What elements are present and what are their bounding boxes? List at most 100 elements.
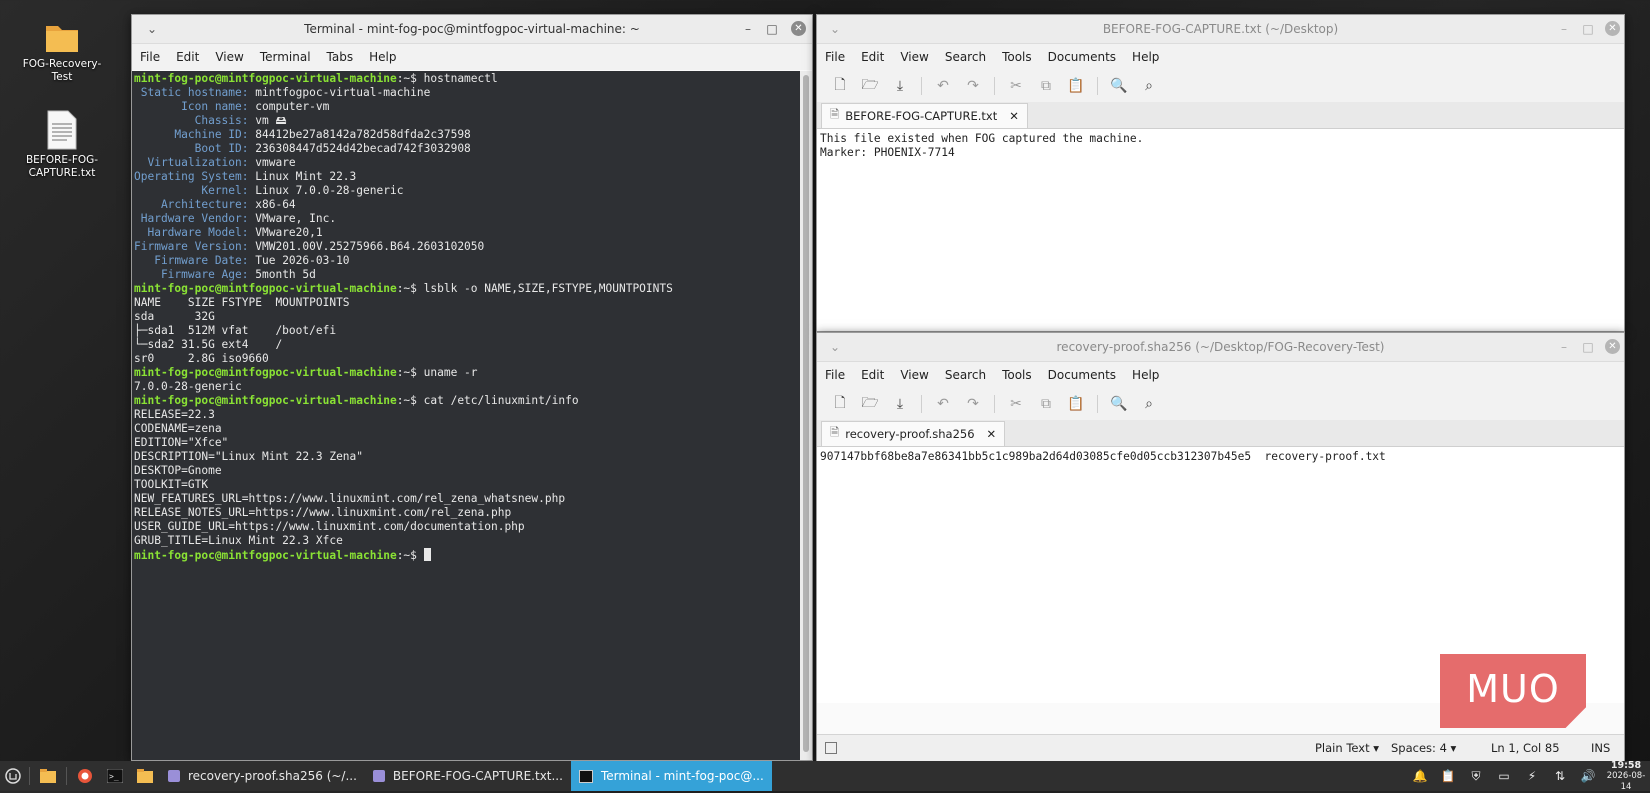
menu-edit[interactable]: Edit [168,50,207,64]
insert-mode: INS [1591,741,1611,755]
copy-icon[interactable]: ⧉ [1031,73,1061,99]
editor-window-before-fog-capture[interactable]: ⌄ BEFORE-FOG-CAPTURE.txt (~/Desktop) – □… [816,14,1625,332]
task-label: recovery-proof.sha256 (~/... [188,769,357,783]
open-folder-icon[interactable]: 🗁 [855,73,885,99]
editor-text-area[interactable]: This file existed when FOG captured the … [817,129,1624,331]
taskbar-separator [66,767,67,785]
firefox-launcher-icon[interactable] [70,761,100,791]
menu-file[interactable]: File [817,50,853,64]
power-icon[interactable]: ⚡ [1518,761,1546,791]
window-menu-chevron-icon[interactable]: ⌄ [144,21,160,37]
menu-help[interactable]: Help [1124,50,1167,64]
tab-close-icon[interactable]: ✕ [1009,109,1019,123]
close-button[interactable]: ✕ [1605,339,1620,354]
save-download-icon[interactable]: ⤓ [885,391,915,417]
terminal-scrollbar[interactable] [800,71,812,760]
taskbar-task-before-fog-capture[interactable]: BEFORE-FOG-CAPTURE.txt... [365,761,571,791]
task-label: BEFORE-FOG-CAPTURE.txt... [392,769,563,783]
tab-document[interactable]: 🗎 BEFORE-FOG-CAPTURE.txt ✕ [821,103,1028,128]
desktop-icon-before-fog-capture[interactable]: BEFORE-FOG-CAPTURE.txt [14,110,110,180]
window-title: BEFORE-FOG-CAPTURE.txt (~/Desktop) [1102,22,1339,36]
menu-tools[interactable]: Tools [994,368,1040,382]
paste-icon[interactable]: 📋 [1061,391,1091,417]
menu-help[interactable]: Help [1124,368,1167,382]
terminal-line: mint-fog-poc@mintfogpoc-virtual-machine:… [134,72,800,86]
terminal-window[interactable]: ⌄ Terminal - mint-fog-poc@mintfogpoc-vir… [131,14,813,761]
search-icon[interactable]: 🔍 [1104,391,1134,417]
new-file-icon[interactable]: 🗋 [825,391,855,417]
editor-titlebar[interactable]: ⌄ BEFORE-FOG-CAPTURE.txt (~/Desktop) – □… [817,15,1624,44]
prompt-suffix: :~$ [396,72,424,85]
editor-toolbar: 🗋 🗁 ⤓ ↶ ↷ ✂ ⧉ 📋 🔍 ⌕ [817,70,1624,102]
desktop-icon-fog-recovery-test[interactable]: FOG-Recovery-Test [14,20,110,84]
volume-icon[interactable]: 🔊 [1574,761,1602,791]
menu-tools[interactable]: Tools [994,50,1040,64]
paste-icon[interactable]: 📋 [1061,73,1091,99]
taskbar-task-recovery-proof[interactable]: recovery-proof.sha256 (~/... [160,761,365,791]
copy-icon[interactable]: ⧉ [1031,391,1061,417]
window-menu-chevron-icon[interactable]: ⌄ [827,21,843,37]
maximize-button[interactable]: □ [1580,339,1596,355]
update-shield-icon[interactable]: ⛨ [1462,761,1490,791]
taskbar-task-terminal[interactable]: Terminal - mint-fog-poc@... [570,761,772,791]
menu-documents[interactable]: Documents [1040,50,1124,64]
command-text: hostnamectl [423,72,498,85]
menu-edit[interactable]: Edit [853,368,892,382]
filetype-selector[interactable]: Plain Text ▾ [1315,741,1379,755]
toolbar-separator [1097,77,1098,95]
menu-search[interactable]: Search [937,50,994,64]
redo-icon[interactable]: ↷ [958,73,988,99]
tab-document[interactable]: 🗎 recovery-proof.sha256 ✕ [821,421,1006,446]
close-button[interactable]: ✕ [1605,21,1620,36]
folder-launcher-icon[interactable] [130,761,160,791]
find-replace-icon[interactable]: ⌕ [1134,391,1164,417]
tab-close-icon[interactable]: ✕ [987,427,997,441]
shell-prompt: mint-fog-poc@mintfogpoc-virtual-machine [134,549,397,562]
editor-titlebar[interactable]: ⌄ recovery-proof.sha256 (~/Desktop/FOG-R… [817,333,1624,362]
terminal-titlebar[interactable]: ⌄ Terminal - mint-fog-poc@mintfogpoc-vir… [132,15,812,44]
terminal-launcher-icon[interactable]: >_ [100,761,130,791]
network-icon[interactable]: ⇅ [1546,761,1574,791]
menu-file[interactable]: File [132,50,168,64]
menu-view[interactable]: View [892,368,936,382]
clock[interactable]: 19:58 2026-08-14 [1602,760,1650,793]
indent-selector[interactable]: Spaces: 4 ▾ [1391,741,1456,755]
minimize-button[interactable]: – [1556,21,1572,37]
window-menu-chevron-icon[interactable]: ⌄ [827,339,843,355]
maximize-button[interactable]: □ [1580,21,1596,37]
terminal-output[interactable]: mint-fog-poc@mintfogpoc-virtual-machine:… [132,71,800,760]
maximize-button[interactable]: □ [764,21,780,37]
minimize-button[interactable]: – [1556,339,1572,355]
undo-icon[interactable]: ↶ [928,391,958,417]
mint-menu-icon[interactable] [0,761,26,791]
output-key: Machine ID: [134,128,249,141]
sidebar-toggle-icon[interactable] [825,742,837,754]
cut-icon[interactable]: ✂ [1001,391,1031,417]
close-button[interactable]: ✕ [791,21,806,36]
menu-edit[interactable]: Edit [853,50,892,64]
undo-icon[interactable]: ↶ [928,73,958,99]
menu-terminal[interactable]: Terminal [252,50,319,64]
menu-tabs[interactable]: Tabs [319,50,362,64]
minimize-button[interactable]: – [740,21,756,37]
redo-icon[interactable]: ↷ [958,391,988,417]
menu-view[interactable]: View [892,50,936,64]
display-icon[interactable]: ▭ [1490,761,1518,791]
search-icon[interactable]: 🔍 [1104,73,1134,99]
menu-documents[interactable]: Documents [1040,368,1124,382]
notifications-bell-icon[interactable]: 🔔 [1406,761,1434,791]
open-folder-icon[interactable]: 🗁 [855,391,885,417]
menu-view[interactable]: View [207,50,251,64]
system-tray: 🔔 📋 ⛨ ▭ ⚡ ⇅ 🔊 19:58 2026-08-14 [1406,760,1650,793]
menu-file[interactable]: File [817,368,853,382]
cut-icon[interactable]: ✂ [1001,73,1031,99]
new-file-icon[interactable]: 🗋 [825,73,855,99]
terminal-line: Firmware Version: VMW201.00V.25275966.B6… [134,240,800,254]
save-download-icon[interactable]: ⤓ [885,73,915,99]
files-launcher-icon[interactable] [33,761,63,791]
scrollbar-thumb[interactable] [803,75,809,752]
find-replace-icon[interactable]: ⌕ [1134,73,1164,99]
menu-search[interactable]: Search [937,368,994,382]
menu-help[interactable]: Help [361,50,404,64]
clipboard-icon[interactable]: 📋 [1434,761,1462,791]
